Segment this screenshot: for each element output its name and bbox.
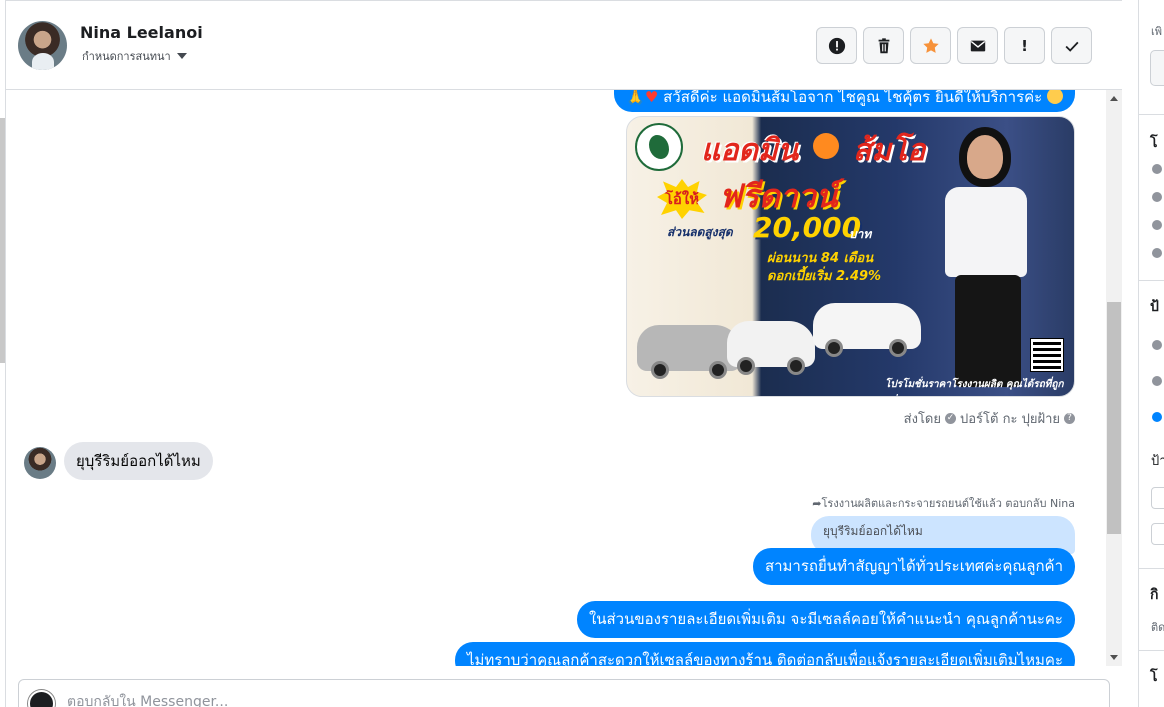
orange-icon <box>813 133 839 159</box>
sent-by-info: ส่งโดย ✓ ปอร์โต้ กะ ปุยฝ้าย ? <box>904 408 1075 429</box>
dealer-logo <box>635 123 683 171</box>
promo-discount-unit: บาท <box>849 227 872 241</box>
outgoing-message[interactable]: ไม่ทราบว่าคุณลูกค้าสะดวกให้เซลล์ของทางร้… <box>454 642 1075 666</box>
sent-by-name: ปอร์โต้ กะ ปุยฝ้าย <box>960 412 1060 427</box>
page-avatar <box>28 690 55 707</box>
reply-arrow-icon: ➦ <box>812 497 822 510</box>
contact-name[interactable]: Nina Leelanoi <box>80 23 203 42</box>
label-chip-icon[interactable] <box>1152 376 1162 386</box>
reply-composer <box>18 679 1110 707</box>
envelope-icon <box>970 40 985 51</box>
heart-emoji: ♥ <box>644 90 659 106</box>
message-thread[interactable]: 🙏♥ สวัสดีค่ะ แอดมินส้มโอจาก ไชคูณ ไชคุ้ต… <box>6 90 1106 666</box>
panel-divider <box>1139 568 1164 569</box>
reply-note: ➦โรงงานผลิตและกระจายรถยนต์ใช้แล้ว ตอบกลั… <box>812 494 1075 512</box>
reply-note-text: โรงงานผลิตและกระจายรถยนต์ใช้แล้ว ตอบกลับ… <box>821 497 1076 510</box>
promo-discount-label: ส่วนลดสูงสุด <box>667 225 733 239</box>
outgoing-message[interactable]: สามารถยื่นทำสัญญาได้ทั่วประเทศค่ะคุณลูกค… <box>752 548 1075 585</box>
message-scrollbar[interactable] <box>1106 90 1122 666</box>
panel-divider <box>1139 280 1164 281</box>
location-icon <box>1152 248 1162 258</box>
scrollbar-thumb[interactable] <box>1107 302 1121 534</box>
scroll-up-arrow-icon[interactable] <box>1110 96 1118 101</box>
incoming-message[interactable]: ยุบุรีริมย์ออกได้ไหม <box>64 442 213 480</box>
panel-heading: กิ <box>1150 587 1159 603</box>
promo-footer: โปรโมชั่นราคาโรงงานผลิต คุณได้รถที่ถูกกว… <box>885 379 1064 396</box>
car-sedan-image <box>637 325 741 379</box>
assign-conversation-label: กำหนดการสนทนา <box>82 50 171 63</box>
promo-discount-value: 20,000 <box>753 211 862 244</box>
panel-button[interactable] <box>1150 50 1164 86</box>
briefcase-icon <box>1152 192 1162 202</box>
promo-model-photo <box>927 127 1047 396</box>
panel-divider <box>1139 650 1164 651</box>
alert-circle-icon <box>828 37 845 54</box>
promo-burst-badge: โอ้ให้ <box>657 179 707 219</box>
car-pickup-cage-image <box>813 303 921 357</box>
follow-up-button[interactable]: ! <box>1004 27 1045 64</box>
promo-title-right: ส้มโอ <box>853 133 926 168</box>
car-pickup-image <box>727 321 815 375</box>
label-chip-icon[interactable] <box>1152 412 1162 422</box>
panel-heading: ป้ <box>1150 299 1159 315</box>
outgoing-message[interactable]: ในส่วนของรายละเอียดเพิ่มเติม จะมีเซลล์คอ… <box>576 601 1075 638</box>
delete-button[interactable] <box>863 27 904 64</box>
help-icon[interactable]: ? <box>1064 413 1075 424</box>
sent-by-prefix: ส่งโดย <box>903 412 941 427</box>
label-chip-icon[interactable] <box>1152 340 1162 350</box>
caret-down-icon <box>176 53 187 59</box>
praying-hands-emoji: 🙏 <box>626 90 645 106</box>
outgoing-message[interactable]: 🙏♥ สวัสดีค่ะ แอดมินส้มโอจาก ไชคูณ ไชคุ้ต… <box>614 90 1075 112</box>
star-icon <box>922 37 939 53</box>
scroll-down-arrow-icon[interactable] <box>1110 655 1118 660</box>
promo-interest: ดอกเบี้ยเริ่ม 2.49% <box>767 269 882 284</box>
smile-emoji <box>1047 90 1063 104</box>
panel-heading: โ <box>1150 669 1158 685</box>
clock-icon <box>1152 164 1162 174</box>
messenger-inbox: Nina Leelanoi กำหนดการสนทนา ! 🙏♥ สวัสดีค… <box>0 0 1164 707</box>
sender-avatar[interactable] <box>24 447 56 479</box>
mark-unread-button[interactable] <box>957 27 998 64</box>
spam-button[interactable] <box>816 27 857 64</box>
mark-done-button[interactable] <box>1051 27 1092 64</box>
contact-avatar[interactable] <box>18 21 67 70</box>
panel-text: เพิ <box>1151 25 1163 38</box>
qr-code <box>1030 338 1064 372</box>
assign-conversation-dropdown[interactable]: กำหนดการสนทนา <box>82 47 187 65</box>
panel-input[interactable] <box>1151 487 1164 509</box>
panel-text: ติด <box>1151 621 1164 634</box>
panel-text: ป้า <box>1151 454 1164 469</box>
check-icon <box>1065 41 1079 52</box>
panel-heading: โ <box>1150 135 1158 151</box>
exclamation-icon: ! <box>1021 36 1028 55</box>
conversation-header: Nina Leelanoi กำหนดการสนทนา ! <box>6 0 1122 90</box>
greeting-text: สวัสดีค่ะ แอดมินส้มโอจาก ไชคูณ ไชคุ้ตร ย… <box>663 90 1043 106</box>
header-actions: ! <box>816 27 1092 64</box>
panel-input[interactable] <box>1151 523 1164 545</box>
location-icon <box>1152 220 1162 230</box>
details-side-panel: เพิ โ ป้ ป้า กิ ติด โ <box>1138 0 1164 707</box>
trash-icon <box>878 37 889 53</box>
reply-input[interactable] <box>67 691 967 707</box>
promo-image-attachment[interactable]: แอดมิน ส้มโอ โอ้ให้ ฟรีดาวน์ ส่วนลดสูงสุ… <box>626 116 1075 397</box>
promo-title-left: แอดมิน <box>701 133 799 168</box>
star-button[interactable] <box>910 27 951 64</box>
left-scrollbar-thumb[interactable] <box>0 118 5 363</box>
verified-icon: ✓ <box>945 413 956 424</box>
panel-divider <box>1139 114 1164 115</box>
